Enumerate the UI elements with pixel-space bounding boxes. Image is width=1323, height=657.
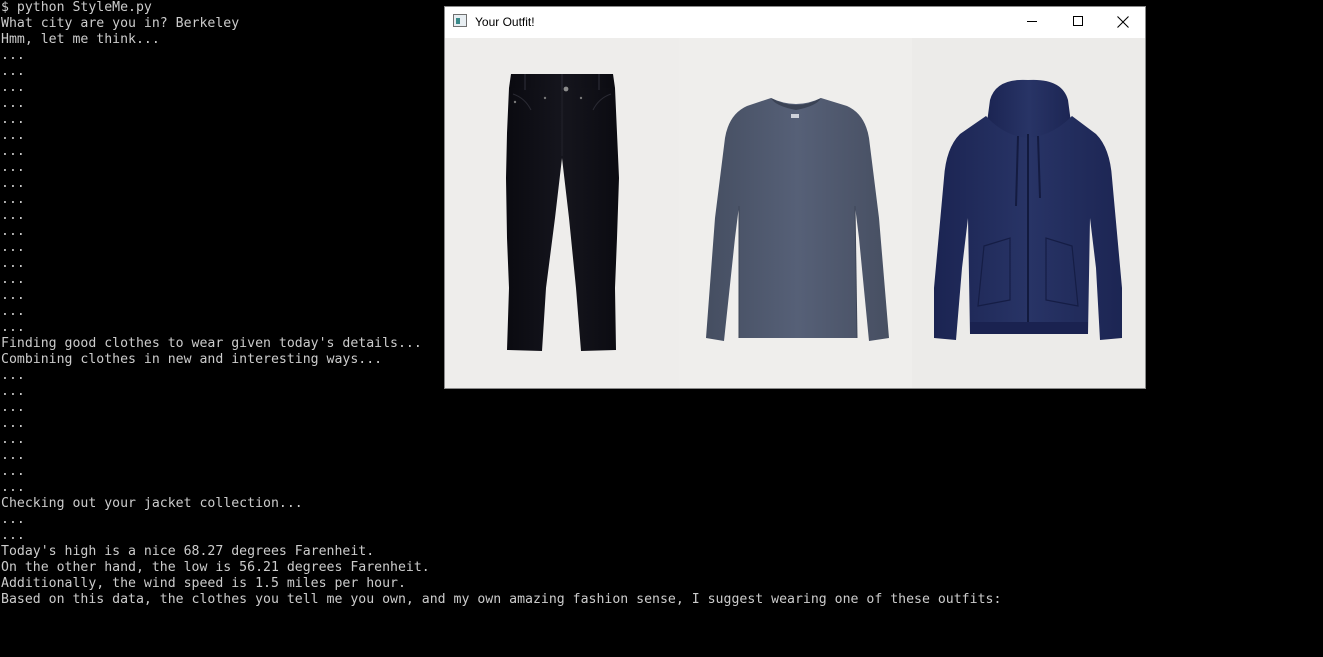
terminal-line: ...	[1, 464, 25, 479]
pants-panel	[445, 38, 679, 388]
terminal-line: ...	[1, 512, 25, 527]
hoodie-panel	[912, 38, 1145, 388]
terminal-line: Checking out your jacket collection...	[1, 496, 303, 511]
terminal-line: On the other hand, the low is 56.21 degr…	[1, 560, 430, 575]
close-icon	[1117, 16, 1129, 28]
terminal-line: Based on this data, the clothes you tell…	[1, 592, 1002, 607]
terminal-line: ...	[1, 480, 25, 495]
outfit-window[interactable]: Your Outfit!	[444, 6, 1146, 389]
long-sleeve-shirt-image	[706, 98, 889, 341]
outfit-images-area	[445, 38, 1145, 388]
maximize-icon	[1073, 16, 1083, 26]
jeans-image	[506, 74, 619, 351]
terminal-line: Today's high is a nice 68.27 degrees Far…	[1, 544, 375, 559]
terminal-line: ...	[1, 416, 25, 431]
window-app-icon	[453, 14, 467, 27]
window-title: Your Outfit!	[475, 15, 535, 29]
terminal-line: Additionally, the wind speed is 1.5 mile…	[1, 576, 406, 591]
terminal-line: ...	[1, 400, 25, 415]
terminal-line: ...	[1, 528, 25, 543]
close-button[interactable]	[1100, 7, 1146, 37]
zip-hoodie-image	[934, 79, 1122, 340]
shirt-panel	[679, 38, 913, 388]
window-titlebar[interactable]: Your Outfit!	[445, 7, 1145, 38]
terminal-line: ...	[1, 448, 25, 463]
terminal-line: ...	[1, 432, 25, 447]
minimize-button[interactable]	[1009, 7, 1055, 37]
minimize-icon	[1027, 21, 1037, 22]
maximize-button[interactable]	[1055, 7, 1101, 37]
